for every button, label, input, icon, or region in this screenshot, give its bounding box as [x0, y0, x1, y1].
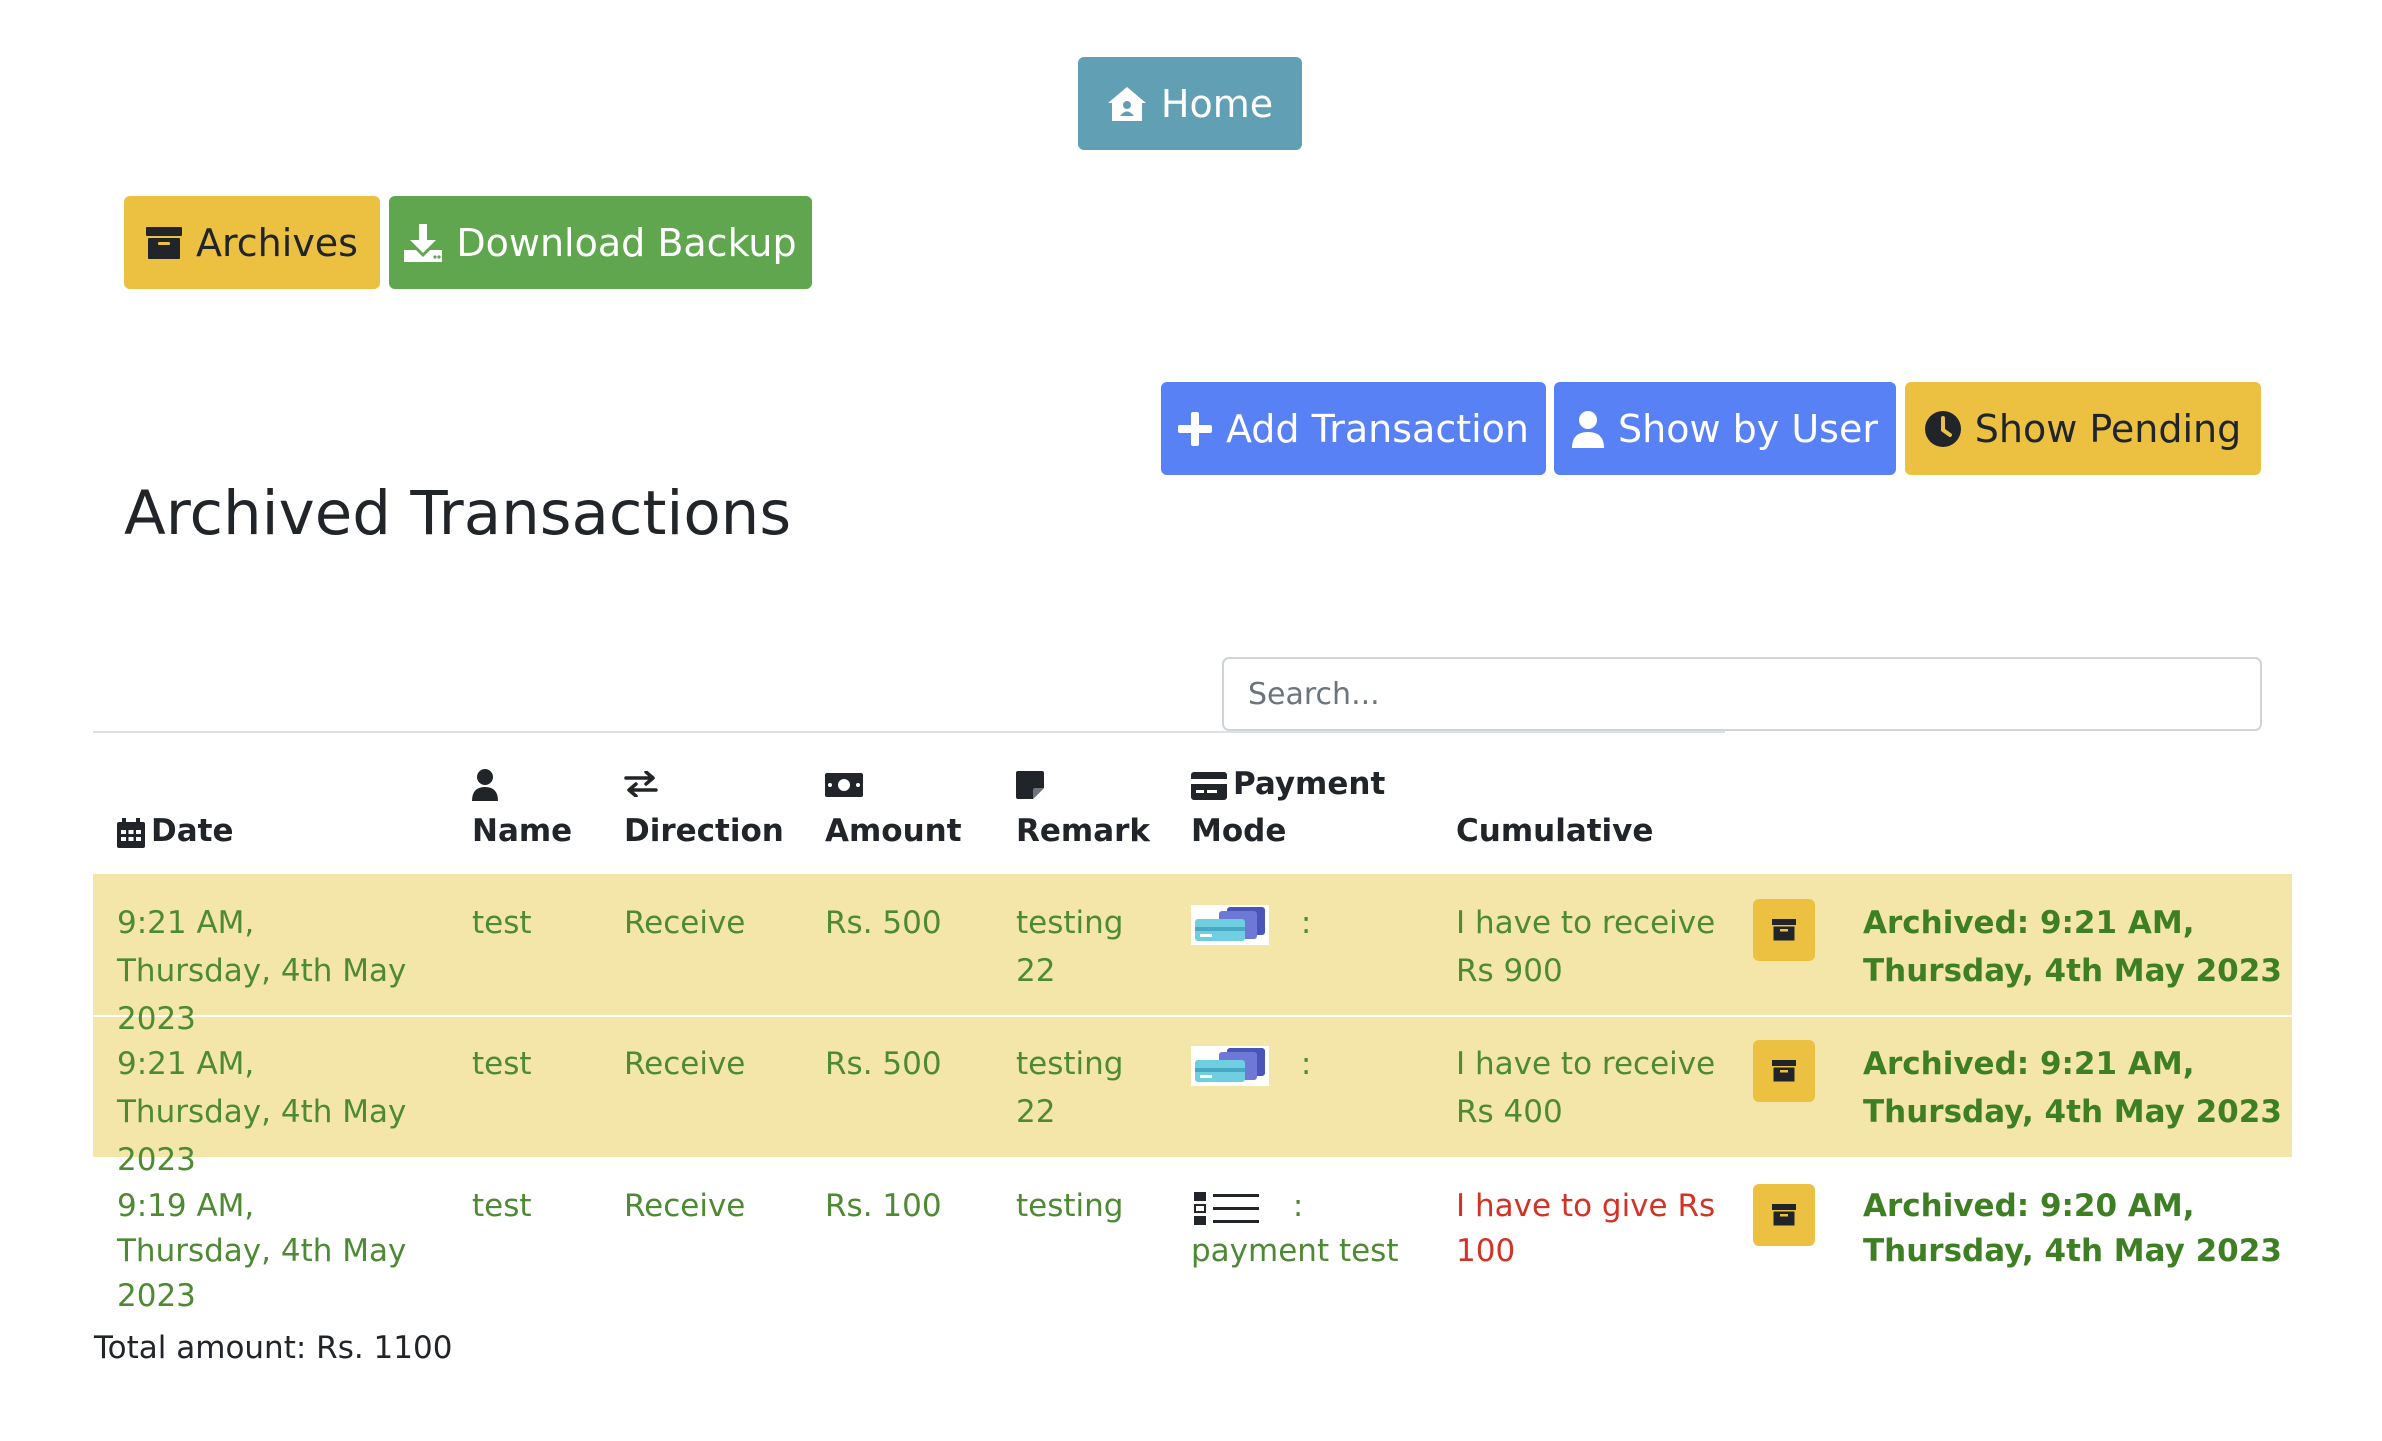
cell-name: test	[472, 1188, 532, 1224]
calendar-icon	[117, 817, 145, 848]
column-label-cumulative: Cumulative	[1456, 813, 1654, 849]
archive-box-icon	[1772, 1060, 1796, 1082]
payment-separator: :	[1300, 905, 1312, 941]
cell-amount: Rs. 100	[825, 1188, 942, 1224]
show-pending-button[interactable]: Show Pending	[1905, 382, 2261, 475]
column-header-amount[interactable]: Amount	[825, 761, 962, 855]
cell-name: test	[472, 905, 532, 941]
column-header-name[interactable]: Name	[472, 761, 572, 855]
column-label-date: Date	[151, 813, 234, 849]
search-box	[1222, 657, 2262, 731]
column-header-cumulative[interactable]: Cumulative	[1456, 808, 1653, 855]
list-icon	[1194, 1191, 1259, 1225]
cell-direction: Receive	[624, 1188, 746, 1224]
column-label-direction: Direction	[624, 813, 784, 849]
column-header-direction[interactable]: Direction	[624, 761, 784, 855]
cell-remark: testing	[1016, 1188, 1124, 1224]
payment-separator: :	[1292, 1188, 1304, 1224]
archives-button[interactable]: Archives	[124, 196, 380, 289]
add-transaction-label: Add Transaction	[1225, 406, 1530, 451]
archive-button[interactable]	[1753, 1184, 1815, 1246]
show-by-user-button[interactable]: Show by User	[1554, 382, 1896, 475]
column-header-remark[interactable]: Remark	[1016, 761, 1150, 855]
page-title: Archived Transactions	[124, 478, 792, 549]
cell-payment-mode: :	[1191, 1040, 1411, 1088]
column-label-amount: Amount	[825, 813, 962, 849]
cell-cumulative: I have to give Rs 100	[1456, 1188, 1716, 1269]
cell-archived-at: Archived: 9:20 AM, Thursday, 4th May 202…	[1863, 1188, 2282, 1269]
cell-archived-at: Archived: 9:21 AM, Thursday, 4th May 202…	[1863, 1046, 2282, 1130]
download-backup-label: Download Backup	[456, 220, 797, 265]
archive-button[interactable]	[1753, 1040, 1815, 1102]
show-pending-label: Show Pending	[1974, 406, 2242, 451]
cell-payment-mode: :	[1191, 899, 1411, 947]
card-icon	[1191, 1045, 1269, 1086]
archive-box-icon	[146, 226, 182, 259]
cell-amount: Rs. 500	[825, 1046, 942, 1082]
cell-payment-mode: : payment test	[1191, 1184, 1411, 1274]
column-label-name: Name	[472, 813, 573, 849]
user-icon	[1572, 410, 1605, 448]
column-header-date[interactable]: Date	[117, 808, 234, 855]
cell-archived-at: Archived: 9:21 AM, Thursday, 4th May 202…	[1863, 905, 2282, 989]
cell-remark: testing 22	[1016, 905, 1124, 989]
clock-icon	[1924, 410, 1961, 447]
home-button[interactable]: Home	[1078, 57, 1302, 150]
download-icon	[404, 223, 443, 262]
house-icon	[1107, 86, 1146, 121]
download-backup-button[interactable]: Download Backup	[389, 196, 812, 289]
exchange-arrows-icon	[624, 770, 658, 798]
archive-box-icon	[1772, 919, 1796, 941]
cell-remark: testing 22	[1016, 1046, 1124, 1130]
divider	[93, 731, 1725, 733]
search-input[interactable]	[1224, 659, 2260, 729]
money-bill-icon	[825, 773, 863, 797]
cell-date: 9:21 AM, Thursday, 4th May 2023	[117, 905, 407, 1037]
credit-card-icon	[1191, 771, 1227, 800]
sticky-note-icon	[1016, 771, 1044, 799]
archive-box-icon	[1772, 1204, 1796, 1226]
column-header-payment-mode[interactable]: Payment Mode	[1191, 761, 1411, 855]
cell-cumulative: I have to receive Rs 900	[1456, 905, 1716, 989]
column-label-remark: Remark	[1016, 813, 1151, 849]
user-icon	[472, 769, 498, 801]
home-label: Home	[1160, 81, 1274, 126]
archive-button[interactable]	[1753, 899, 1815, 961]
archives-label: Archives	[196, 220, 358, 265]
add-transaction-button[interactable]: Add Transaction	[1161, 382, 1546, 475]
cell-amount: Rs. 500	[825, 905, 942, 941]
cell-date: 9:19 AM, Thursday, 4th May 2023	[117, 1188, 407, 1314]
cell-name: test	[472, 1046, 532, 1082]
payment-note: payment test	[1191, 1233, 1399, 1269]
cell-direction: Receive	[624, 905, 746, 941]
card-icon	[1191, 904, 1269, 945]
show-by-user-label: Show by User	[1618, 406, 1878, 451]
cell-direction: Receive	[624, 1046, 746, 1082]
total-amount: Total amount: Rs. 1100	[94, 1330, 453, 1366]
payment-separator: :	[1300, 1046, 1312, 1082]
plus-icon	[1177, 411, 1212, 446]
cell-cumulative: I have to receive Rs 400	[1456, 1046, 1716, 1130]
